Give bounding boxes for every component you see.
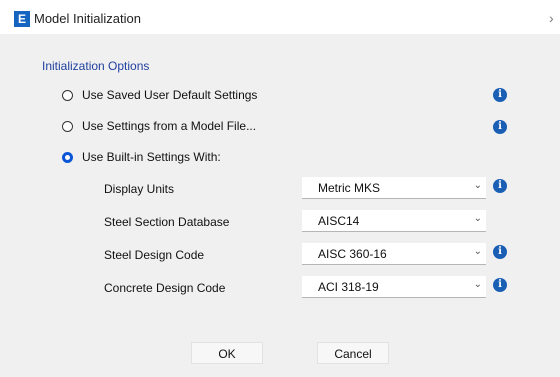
title-bar: E Model Initialization › (0, 0, 560, 34)
dropdown-value: AISC14 (318, 214, 360, 228)
radio-option-saved-defaults[interactable]: Use Saved User Default Settings (62, 85, 257, 105)
app-logo-icon: E (14, 11, 30, 27)
concrete-design-code-dropdown[interactable]: ACI 318-19 ⌄ (302, 276, 486, 298)
steel-section-database-dropdown[interactable]: AISC14 ⌄ (302, 210, 486, 232)
dropdown-value: ACI 318-19 (318, 280, 379, 294)
ok-button[interactable]: OK (191, 342, 263, 364)
info-icon[interactable]: i (493, 88, 507, 102)
radio-button-selected[interactable] (62, 151, 73, 163)
radio-label: Use Saved User Default Settings (82, 88, 258, 102)
concrete-design-code-label: Concrete Design Code (104, 281, 226, 295)
close-icon[interactable]: › (549, 10, 554, 26)
radio-option-model-file[interactable]: Use Settings from a Model File... (62, 116, 256, 136)
window-title: Model Initialization (34, 11, 141, 26)
radio-option-built-in[interactable]: Use Built-in Settings With: (62, 147, 221, 167)
chevron-down-icon[interactable]: ⌄ (474, 213, 482, 224)
steel-section-database-label: Steel Section Database (104, 215, 230, 229)
cancel-button[interactable]: Cancel (317, 342, 389, 364)
chevron-down-icon[interactable]: ⌄ (474, 279, 482, 290)
display-units-label: Display Units (104, 182, 175, 196)
radio-button[interactable] (62, 89, 73, 101)
chevron-down-icon[interactable]: ⌄ (474, 246, 482, 257)
info-icon[interactable]: i (493, 278, 507, 292)
radio-label: Use Built-in Settings With: (82, 150, 221, 164)
info-icon[interactable]: i (493, 179, 507, 193)
radio-button[interactable] (62, 120, 73, 132)
dropdown-value: AISC 360-16 (318, 247, 387, 261)
info-icon[interactable]: i (493, 245, 507, 259)
info-icon[interactable]: i (493, 120, 507, 134)
radio-label: Use Settings from a Model File... (82, 119, 257, 133)
display-units-dropdown[interactable]: Metric MKS ⌄ (302, 177, 486, 199)
dropdown-value: Metric MKS (318, 181, 381, 195)
section-title: Initialization Options (42, 59, 150, 73)
steel-design-code-dropdown[interactable]: AISC 360-16 ⌄ (302, 243, 486, 265)
chevron-down-icon[interactable]: ⌄ (474, 180, 482, 191)
steel-design-code-label: Steel Design Code (104, 248, 205, 262)
